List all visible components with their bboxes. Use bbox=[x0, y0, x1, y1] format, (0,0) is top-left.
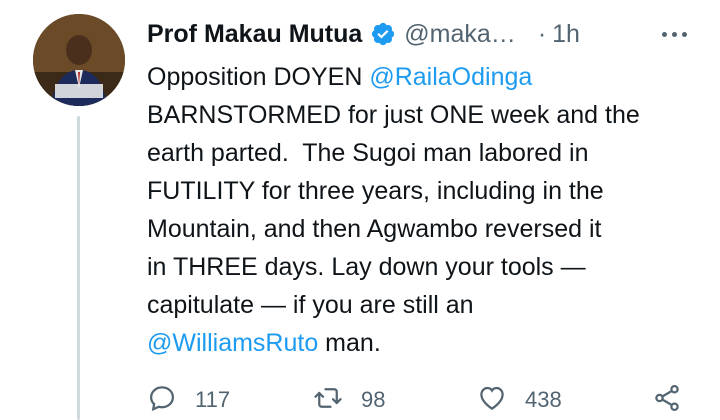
tweet-text-segment: man. bbox=[318, 329, 381, 357]
verified-badge-icon bbox=[370, 21, 396, 47]
reply-count: 117 bbox=[195, 387, 231, 412]
like-button[interactable]: 438 bbox=[477, 380, 562, 420]
mention-link-railaodinga[interactable]: @RailaOdinga bbox=[369, 63, 532, 91]
reply-icon bbox=[147, 383, 177, 418]
avatar[interactable] bbox=[33, 14, 125, 106]
author-name[interactable]: Prof Makau Mutua bbox=[147, 20, 362, 49]
tweet-content: Prof Makau Mutua @maka… · 1h Opposition … bbox=[147, 14, 707, 362]
more-dot bbox=[661, 31, 667, 37]
tweet-text-segment: Opposition DOYEN bbox=[147, 63, 370, 91]
avatar-photo bbox=[33, 14, 125, 106]
more-options-icon[interactable] bbox=[654, 20, 694, 48]
like-count: 438 bbox=[525, 387, 562, 412]
retweet-button[interactable]: 98 bbox=[313, 380, 385, 420]
heart-icon bbox=[477, 383, 507, 418]
tweet-timestamp[interactable]: 1h bbox=[552, 20, 580, 49]
tweet-actions-bar: 117 98 438 bbox=[147, 380, 707, 420]
author-handle[interactable]: @maka… bbox=[404, 20, 516, 49]
retweet-icon bbox=[313, 383, 343, 418]
thread-connector-line bbox=[77, 116, 80, 420]
share-icon bbox=[652, 383, 682, 418]
tweet-text: Opposition DOYEN @RailaOdinga BARNSTORME… bbox=[147, 58, 707, 362]
more-dot bbox=[681, 31, 687, 37]
more-dot bbox=[671, 31, 677, 37]
reply-button[interactable]: 117 bbox=[147, 380, 230, 420]
tweet-text-segment: BARNSTORMED for just ONE week and the ea… bbox=[147, 101, 640, 319]
mention-link-williamsruto[interactable]: @WilliamsRuto bbox=[147, 329, 318, 357]
share-button[interactable] bbox=[652, 380, 682, 420]
retweet-count: 98 bbox=[361, 387, 386, 412]
separator-dot: · bbox=[537, 19, 547, 48]
avatar-column bbox=[33, 14, 125, 106]
tweet-header: Prof Makau Mutua @maka… · 1h bbox=[147, 14, 707, 54]
